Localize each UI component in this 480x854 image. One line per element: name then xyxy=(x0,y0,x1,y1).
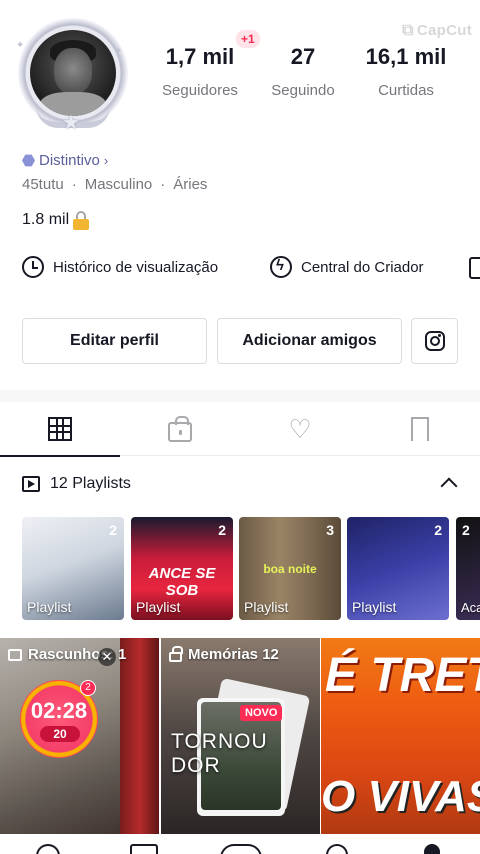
sparkle-icon: ✦ xyxy=(114,46,123,57)
home-icon[interactable] xyxy=(36,844,60,854)
tab-private[interactable] xyxy=(120,402,240,456)
playlist-count: 2 xyxy=(109,522,117,538)
bookmark-icon xyxy=(411,417,429,445)
bolt-icon xyxy=(270,256,292,278)
lock-icon xyxy=(168,416,192,442)
stat-following[interactable]: 27 Seguindo xyxy=(266,44,340,99)
followers-label: Seguidores xyxy=(162,82,238,99)
create-icon[interactable] xyxy=(220,844,262,854)
profile-tabs: ♡ xyxy=(0,402,480,457)
heart-icon: ♡ xyxy=(288,414,312,444)
shop-icon[interactable] xyxy=(469,257,480,279)
playlist-card[interactable]: 3 boa noite Playlist xyxy=(239,517,341,620)
bio: 1.8 mil xyxy=(22,211,91,230)
following-label: Seguindo xyxy=(271,82,335,99)
playlist-name: Aca rev xyxy=(461,600,480,615)
video-thumbnail[interactable]: É TRETA! O VIVAS xyxy=(321,638,480,834)
playlist-icon xyxy=(22,476,40,492)
timer-widget: 02:28 20 2 xyxy=(20,680,98,758)
creator-center-label: Central do Criador xyxy=(301,258,424,276)
video-thumbnail-memories[interactable]: Memórias 12 NOVO TORNOU DOR xyxy=(161,638,320,834)
chevron-up-icon[interactable] xyxy=(440,477,458,495)
inbox-icon[interactable] xyxy=(326,844,348,854)
coins-value: 20 xyxy=(40,726,80,742)
playlists-count-label: 12 Playlists xyxy=(50,475,131,492)
username: 45tutu xyxy=(22,176,64,193)
playlist-name: Playlist xyxy=(244,599,289,615)
timer-value: 02:28 xyxy=(30,698,88,723)
instagram-button[interactable] xyxy=(411,318,458,364)
followers-count: 1,7 mil xyxy=(165,44,235,69)
playlist-card[interactable]: 2 ANCE SE SOB Playlist xyxy=(131,517,233,620)
playlist-overlay-text: ANCE SE SOB xyxy=(148,565,216,599)
badge-label: Distintivo xyxy=(39,152,100,169)
tab-saved[interactable] xyxy=(360,402,480,456)
instagram-icon xyxy=(424,331,445,351)
avatar[interactable]: ★ ✦ ✦ xyxy=(16,18,128,134)
drafts-icon xyxy=(8,648,22,661)
stat-likes[interactable]: 16,1 mil Curtidas xyxy=(360,44,452,99)
watch-history-label: Histórico de visualização xyxy=(53,258,219,276)
playlist-count: 3 xyxy=(326,522,334,538)
profile-meta: 45tutu · Masculino · Áries xyxy=(22,176,208,193)
video-caption-top: É TRETA! xyxy=(325,649,480,702)
playlist-name: Playlist xyxy=(136,599,181,615)
edit-profile-button[interactable]: Editar perfil xyxy=(22,318,207,364)
memories-label-text: Memórias 12 xyxy=(188,646,279,663)
memory-caption: TORNOU DOR xyxy=(171,730,268,777)
playlist-name: Playlist xyxy=(352,599,397,615)
friends-icon[interactable] xyxy=(130,844,158,854)
stat-followers[interactable]: 1,7 mil Seguidores xyxy=(156,44,244,99)
lock-icon xyxy=(169,645,183,662)
playlist-card[interactable]: 2 Aca rev xyxy=(456,517,480,620)
badge-icon xyxy=(22,154,35,167)
following-count: 27 xyxy=(290,44,316,69)
lock-emoji-icon xyxy=(73,211,91,230)
creator-center-link[interactable]: Central do Criador xyxy=(270,256,424,278)
section-divider xyxy=(0,390,480,402)
bio-text: 1.8 mil xyxy=(22,211,70,228)
gender: Masculino xyxy=(84,176,153,193)
capcut-icon: ⧉ xyxy=(402,22,414,39)
likes-label: Curtidas xyxy=(378,82,434,99)
playlist-card[interactable]: 2 Playlist xyxy=(22,517,124,620)
notification-badge: 2 xyxy=(80,680,96,696)
chevron-right-icon: › xyxy=(103,153,109,168)
playlist-count: 2 xyxy=(462,522,470,538)
new-tag: NOVO xyxy=(240,705,283,721)
badge-link[interactable]: Distintivo › xyxy=(22,152,108,169)
grid-icon xyxy=(48,417,72,441)
playlist-count: 2 xyxy=(218,522,226,538)
playlist-card[interactable]: 2 Playlist xyxy=(347,517,449,620)
playlist-overlay-text: boa noite xyxy=(263,562,317,576)
bottom-navigation xyxy=(0,834,480,854)
watermark-text: CapCut xyxy=(416,22,472,39)
memories-label: Memórias 12 xyxy=(169,645,279,663)
close-icon[interactable]: ✕ xyxy=(98,648,116,666)
star-icon: ★ xyxy=(62,112,80,134)
profile-icon[interactable] xyxy=(424,844,440,854)
playlist-count: 2 xyxy=(434,522,442,538)
video-caption-bottom: O VIVAS xyxy=(321,772,480,821)
zodiac-sign: Áries xyxy=(173,176,208,193)
avatar-photo xyxy=(30,30,116,116)
tab-videos[interactable] xyxy=(0,402,120,457)
sparkle-icon: ✦ xyxy=(16,40,25,51)
video-thumbnail-drafts[interactable]: Rascunhos: 1 ✕ 02:28 20 2 xyxy=(0,638,159,834)
clock-icon xyxy=(22,256,44,278)
playlist-name: Playlist xyxy=(27,599,72,615)
likes-count: 16,1 mil xyxy=(365,44,447,69)
capcut-watermark: ⧉ CapCut xyxy=(402,22,472,40)
playlists-header[interactable]: 12 Playlists xyxy=(22,475,131,493)
watch-history-link[interactable]: Histórico de visualização xyxy=(22,256,218,278)
tab-liked[interactable]: ♡ xyxy=(240,402,360,456)
add-friends-button[interactable]: Adicionar amigos xyxy=(217,318,402,364)
